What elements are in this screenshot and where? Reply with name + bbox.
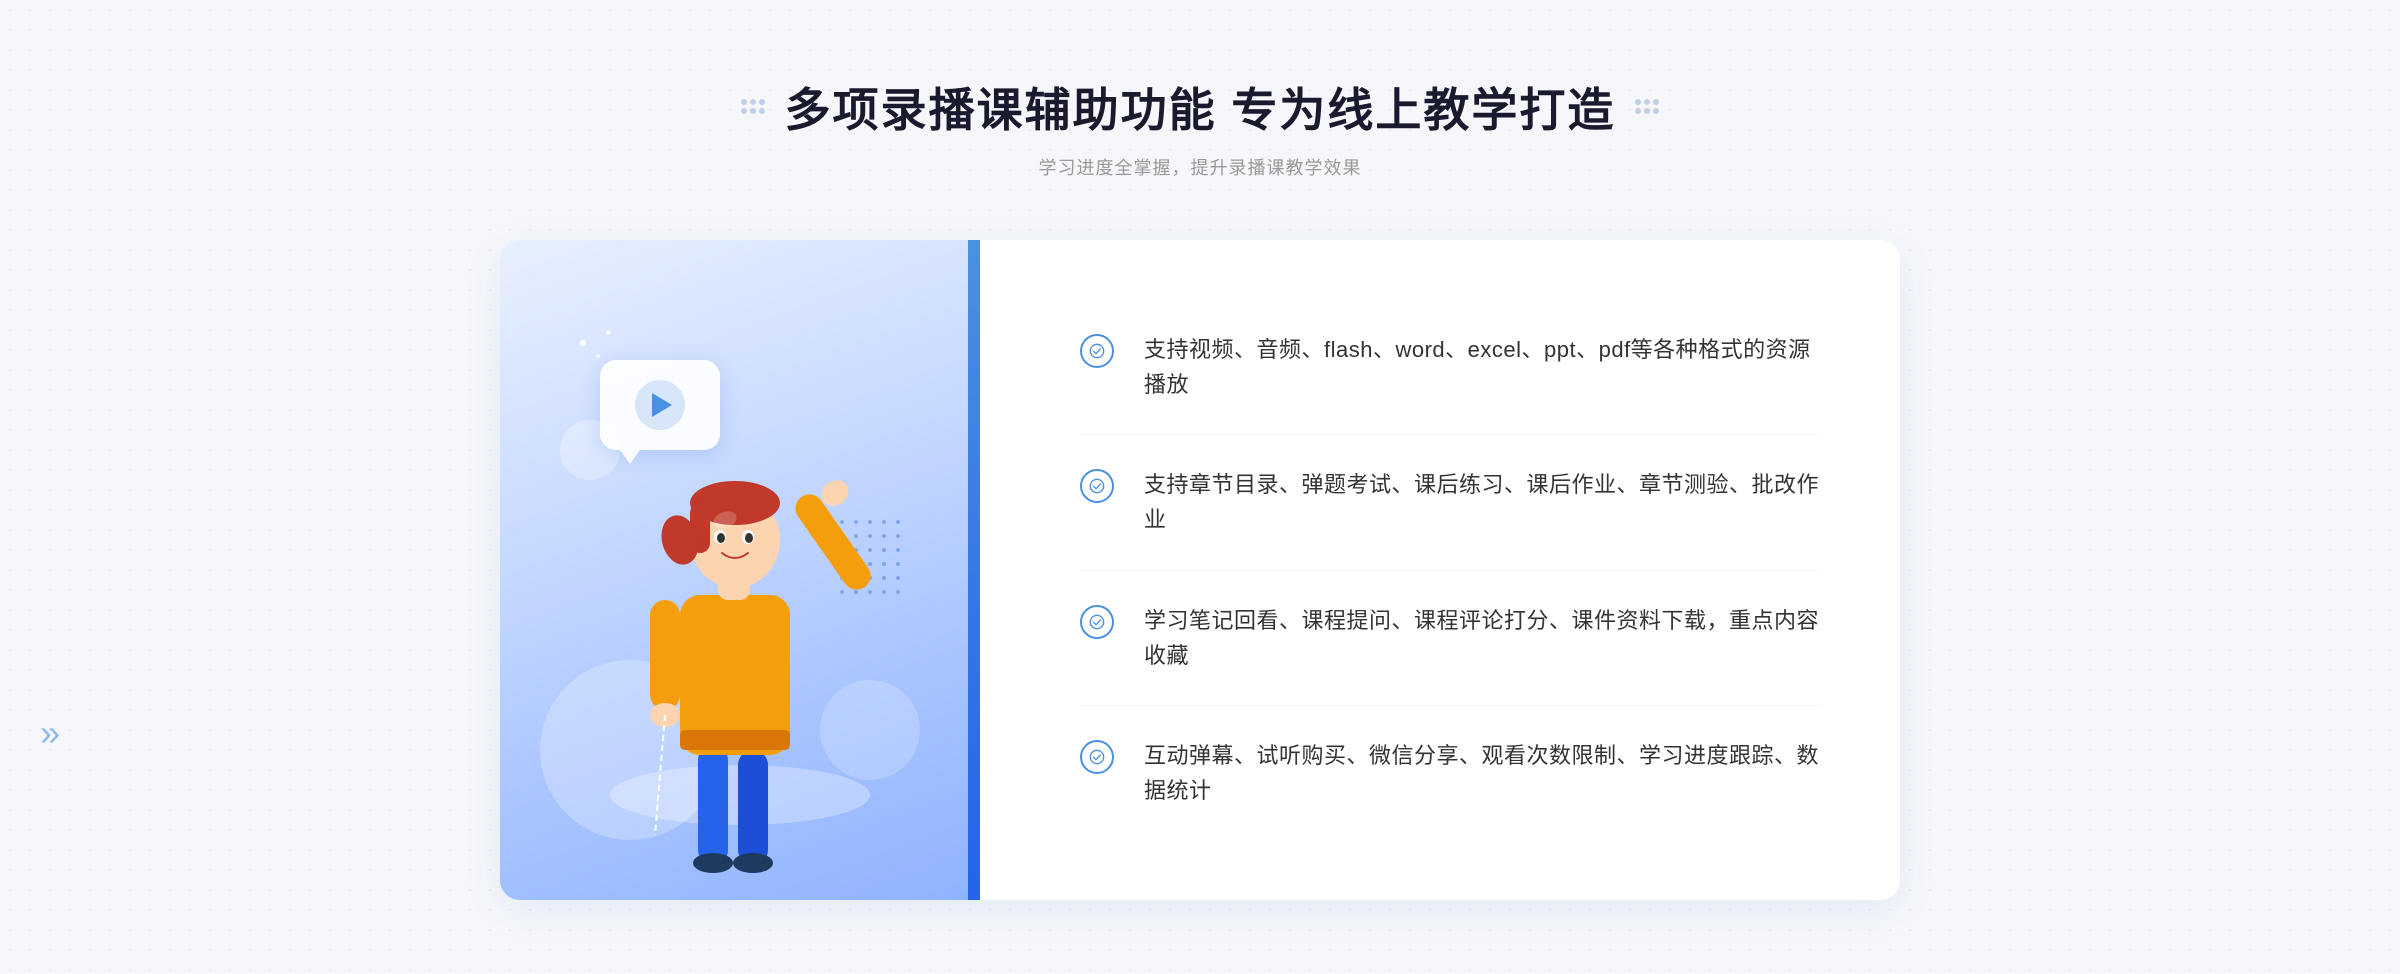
check-icon-2 [1080,469,1114,503]
subtitle: 学习进度全掌握，提升录播课教学效果 [741,154,1660,180]
feature-item-1: 支持视频、音频、flash、word、excel、ppt、pdf等各种格式的资源… [1080,300,1820,435]
illustration-panel [500,240,980,901]
left-chevron-decoration: » [40,712,60,754]
feature-item-3: 学习笔记回看、课程提问、课程评论打分、课件资料下载，重点内容收藏 [1080,571,1820,706]
content-wrapper: 多项录播课辅助功能 专为线上教学打造 学习进度全掌握，提升录播课教学效果 [500,74,1900,901]
feature-text-1: 支持视频、音频、flash、word、excel、ppt、pdf等各种格式的资源… [1144,332,1820,402]
person-illustration [580,375,900,900]
dot-grid-right [1635,99,1659,114]
check-icon-4 [1080,740,1114,774]
check-icon-1 [1080,334,1114,368]
blue-accent-bar [968,240,980,901]
checkmark-svg-1 [1089,343,1105,359]
feature-item-2: 支持章节目录、弹题考试、课后练习、课后作业、章节测验、批改作业 [1080,435,1820,570]
chevron-icon: » [40,712,60,753]
main-content-box: 支持视频、音频、flash、word、excel、ppt、pdf等各种格式的资源… [500,240,1900,901]
check-icon-3 [1080,605,1114,639]
page-container: » 多项录播课辅助功能 专为线上教学打造 学 [0,0,2400,974]
main-title: 多项录播课辅助功能 专为线上教学打造 [785,74,1616,140]
checkmark-svg-4 [1089,749,1105,765]
checkmark-svg-3 [1089,614,1105,630]
right-dot-decoration [1635,99,1659,114]
feature-text-3: 学习笔记回看、课程提问、课程评论打分、课件资料下载，重点内容收藏 [1144,603,1820,673]
feature-item-4: 互动弹幕、试听购买、微信分享、观看次数限制、学习进度跟踪、数据统计 [1080,706,1820,840]
feature-text-2: 支持章节目录、弹题考试、课后练习、课后作业、章节测验、批改作业 [1144,467,1820,537]
left-dot-decoration [741,99,765,114]
checkmark-svg-2 [1089,478,1105,494]
features-panel: 支持视频、音频、flash、word、excel、ppt、pdf等各种格式的资源… [980,240,1900,901]
title-row: 多项录播课辅助功能 专为线上教学打造 [741,74,1660,140]
dot-grid-left [741,99,765,114]
header-section: 多项录播课辅助功能 专为线上教学打造 学习进度全掌握，提升录播课教学效果 [741,74,1660,180]
feature-text-4: 互动弹幕、试听购买、微信分享、观看次数限制、学习进度跟踪、数据统计 [1144,738,1820,808]
